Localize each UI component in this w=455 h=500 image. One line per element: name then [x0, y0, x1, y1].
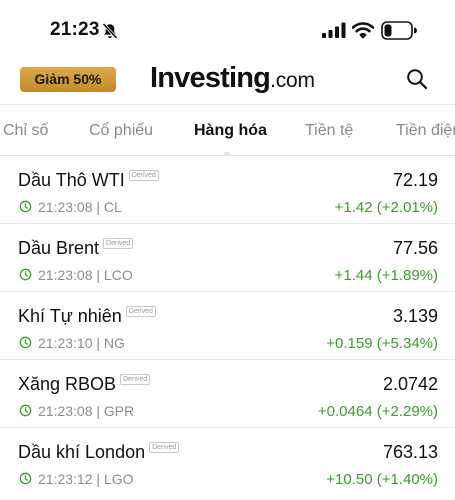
instrument-price: 2.0742: [382, 374, 438, 394]
category-tabs: Chỉ số Cổ phiếu Hàng hóa Tiền tệ Tiền đi…: [0, 104, 455, 156]
tab-tien-dien-tu[interactable]: Tiền điện: [396, 122, 455, 140]
clock-icon: [19, 268, 32, 281]
clock-icon: [19, 336, 32, 349]
instrument-time: 21:23:10 | NG: [38, 335, 125, 351]
tab-chi-so[interactable]: Chỉ số: [3, 122, 48, 140]
derived-badge: Derived: [125, 306, 156, 317]
clock-icon: [19, 200, 32, 213]
instrument-price: 77.56: [392, 238, 438, 258]
derived-badge: Derived: [103, 238, 134, 249]
instrument-time: 21:23:08 | CL: [38, 199, 122, 215]
app-header: Giảm 50% Investing.com: [0, 60, 455, 104]
derived-badge: Derived: [149, 442, 180, 453]
status-bar: 21:23: [0, 0, 455, 60]
instrument-price: 72.19: [392, 170, 438, 190]
list-item[interactable]: Dầu Thô WTI Derived 72.19 21:23:08 | CL +…: [0, 156, 455, 224]
status-time: 21:23: [50, 19, 100, 40]
instrument-name: Dầu Thô WTI: [18, 170, 125, 190]
update-time: 21:23:10: [38, 335, 93, 351]
battery-icon: [381, 21, 417, 40]
derived-badge: Derived: [120, 374, 151, 385]
instrument-name: Khí Tự nhiên: [18, 306, 122, 326]
instrument-price: 3.139: [392, 306, 438, 326]
clock-icon: [19, 404, 32, 417]
list-item[interactable]: Dầu khí London Derived 763.13 21:23:12 | …: [0, 428, 455, 496]
instrument-price: 763.13: [382, 442, 438, 462]
logo-main-text: Investing: [150, 62, 271, 94]
update-time: 21:23:08: [38, 199, 93, 215]
instrument-time: 21:23:12 | LGO: [38, 471, 133, 487]
instrument-symbol: | CL: [96, 199, 122, 215]
logo-suffix-text: .com: [270, 69, 315, 92]
update-time: 21:23:08: [38, 403, 93, 419]
signal-icon: [322, 22, 346, 38]
instrument-name-row: Dầu khí London Derived: [18, 442, 180, 463]
instrument-name-row: Xăng RBOB Derived: [18, 374, 151, 395]
bell-slash-icon: [102, 22, 118, 40]
instrument-change: +0.0464 (+2.29%): [317, 403, 438, 420]
brand-logo[interactable]: Investing.com: [150, 62, 315, 95]
instrument-symbol: | NG: [96, 335, 125, 351]
instrument-name-row: Dầu Thô WTI Derived: [18, 170, 159, 191]
update-time: 21:23:08: [38, 267, 93, 283]
update-time: 21:23:12: [38, 471, 93, 487]
wifi-icon: [352, 22, 374, 39]
promo-button[interactable]: Giảm 50%: [20, 67, 116, 92]
instrument-symbol: | LGO: [96, 471, 134, 487]
instrument-change: +1.42 (+2.01%): [334, 199, 438, 216]
list-item[interactable]: Xăng RBOB Derived 2.0742 21:23:08 | GPR +…: [0, 360, 455, 428]
instrument-name: Xăng RBOB: [18, 374, 117, 394]
list-item[interactable]: Khí Tự nhiên Derived 3.139 21:23:10 | NG …: [0, 292, 455, 360]
search-icon[interactable]: [406, 68, 428, 90]
tab-hang-hoa[interactable]: Hàng hóa: [194, 122, 267, 140]
instrument-change: +1.44 (+1.89%): [334, 267, 438, 284]
instrument-symbol: | LCO: [96, 267, 133, 283]
derived-badge: Derived: [128, 170, 159, 181]
instrument-time: 21:23:08 | LCO: [38, 267, 133, 283]
tab-tien-te[interactable]: Tiền tệ: [305, 122, 353, 140]
instrument-change: +0.159 (+5.34%): [326, 335, 438, 352]
list-item[interactable]: Dầu Brent Derived 77.56 21:23:08 | LCO +1…: [0, 224, 455, 292]
instrument-name: Dầu Brent: [18, 238, 100, 258]
clock-icon: [19, 472, 32, 485]
instrument-time: 21:23:08 | GPR: [38, 403, 134, 419]
instrument-change: +10.50 (+1.40%): [326, 471, 438, 488]
instrument-name: Dầu khí London: [18, 442, 146, 462]
instrument-name-row: Khí Tự nhiên Derived: [18, 306, 156, 327]
instrument-name-row: Dầu Brent Derived: [18, 238, 134, 259]
instrument-symbol: | GPR: [96, 403, 135, 419]
tab-co-phieu[interactable]: Cổ phiếu: [89, 122, 153, 140]
